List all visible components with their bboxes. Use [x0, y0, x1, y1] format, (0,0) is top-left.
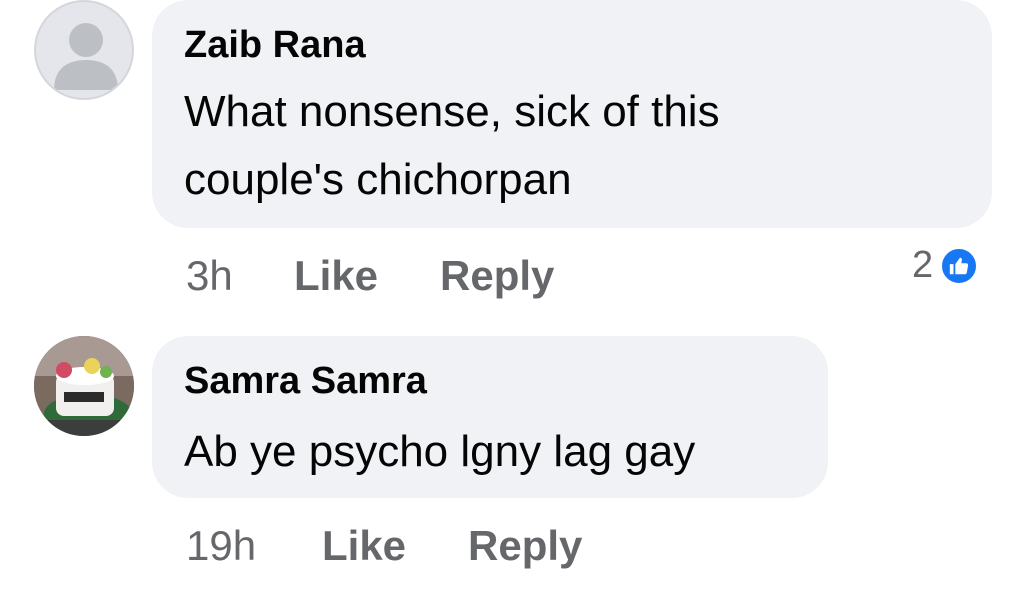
profile-photo-cake — [34, 336, 134, 436]
default-avatar-icon — [54, 23, 118, 90]
comment-author[interactable]: Zaib Rana — [184, 24, 366, 67]
comment-timestamp[interactable]: 3h — [186, 252, 233, 300]
reaction-summary[interactable]: 2 — [912, 244, 980, 287]
comment-bubble: Samra Samra Ab ye psycho lgny lag gay — [152, 336, 828, 498]
comment-text-line: Ab ye psycho lgny lag gay — [184, 427, 696, 476]
reply-button[interactable]: Reply — [440, 252, 554, 300]
comment-text-line: What nonsense, sick of this — [184, 87, 720, 136]
comment-author[interactable]: Samra Samra — [184, 360, 427, 403]
avatar[interactable] — [34, 0, 134, 100]
reply-button[interactable]: Reply — [468, 522, 582, 570]
avatar[interactable] — [34, 336, 134, 436]
like-icon — [939, 245, 980, 286]
reaction-count: 2 — [912, 244, 934, 286]
like-button[interactable]: Like — [322, 522, 406, 570]
comment-timestamp[interactable]: 19h — [186, 522, 256, 570]
like-button[interactable]: Like — [294, 252, 378, 300]
comment-text-line: couple's chichorpan — [184, 155, 572, 204]
comment-bubble: Zaib Rana What nonsense, sick of this co… — [152, 0, 992, 228]
